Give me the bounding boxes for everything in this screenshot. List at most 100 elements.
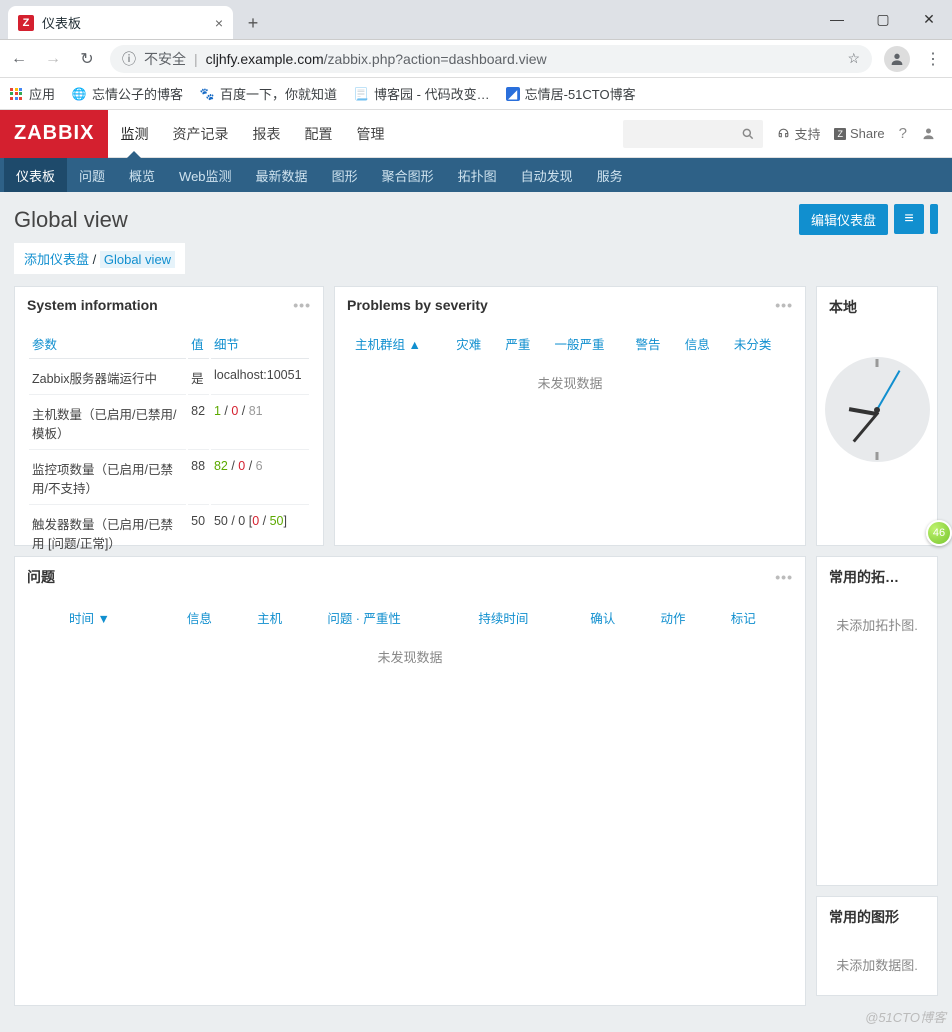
app-header: ZABBIX 监测资产记录报表配置管理 支持 Z Share ? bbox=[0, 110, 952, 158]
widget-title: System information bbox=[27, 297, 158, 313]
table-row: Zabbix服务器端运行中是localhost:10051 bbox=[29, 361, 309, 395]
col-header[interactable]: 主机群组 ▲ bbox=[349, 329, 448, 361]
sub-nav-item[interactable]: 最新数据 bbox=[244, 158, 320, 192]
help-icon[interactable]: ? bbox=[899, 125, 907, 142]
user-icon[interactable] bbox=[921, 126, 936, 141]
sub-nav-item[interactable]: 仪表板 bbox=[4, 158, 67, 192]
top-nav-item[interactable]: 报表 bbox=[240, 110, 292, 157]
sub-nav-item[interactable]: 自动发现 bbox=[509, 158, 585, 192]
browser-tab[interactable]: Z 仪表板 × bbox=[8, 6, 233, 39]
widget-menu-icon[interactable]: ••• bbox=[775, 569, 793, 585]
col-header[interactable]: 值 bbox=[188, 329, 209, 359]
bookmark-item[interactable]: ◢忘情居-51CTO博客 bbox=[506, 84, 636, 103]
bookmark-star-icon[interactable]: ☆ bbox=[847, 50, 860, 67]
widget-menu-icon[interactable]: ••• bbox=[293, 297, 311, 313]
cnblog-icon: 📃 bbox=[353, 86, 369, 102]
dashboard-content: Global view 编辑仪表盘 ≡ 添加仪表盘 / Global view … bbox=[0, 192, 952, 1032]
tab-title: 仪表板 bbox=[42, 13, 81, 32]
sub-nav-item[interactable]: 服务 bbox=[585, 158, 635, 192]
list-view-button[interactable]: ≡ bbox=[894, 204, 924, 234]
edit-dashboard-button[interactable]: 编辑仪表盘 bbox=[799, 204, 888, 235]
col-header[interactable]: 信息 bbox=[179, 603, 247, 635]
breadcrumb-current[interactable]: Global view bbox=[100, 251, 175, 268]
no-data-label: 未发现数据 bbox=[347, 363, 793, 402]
sub-nav: 仪表板问题概览Web监测最新数据图形聚合图形拓扑图自动发现服务 bbox=[0, 158, 952, 192]
severity-table: 主机群组 ▲灾难严重一般严重警告信息未分类 bbox=[347, 327, 793, 363]
sub-nav-item[interactable]: 问题 bbox=[67, 158, 117, 192]
widget-favorite-maps: 常用的拓… 未添加拓扑图. bbox=[816, 556, 938, 886]
no-data-label: 未发现数据 bbox=[27, 637, 793, 676]
widget-menu-icon[interactable]: ••• bbox=[775, 297, 793, 313]
notification-badge[interactable]: 46 bbox=[926, 520, 952, 546]
widget-severity: Problems by severity ••• 主机群组 ▲灾难严重一般严重警告… bbox=[334, 286, 806, 546]
window-controls: — ▢ ✕ bbox=[814, 0, 952, 39]
widget-title: Problems by severity bbox=[347, 297, 488, 313]
col-header[interactable]: 灾难 bbox=[450, 329, 497, 361]
widget-clock: 本地 bbox=[816, 286, 938, 546]
support-link[interactable]: 支持 bbox=[777, 124, 820, 143]
col-header[interactable]: 确认 bbox=[582, 603, 650, 635]
col-header[interactable]: 一般严重 bbox=[549, 329, 628, 361]
col-header[interactable]: 细节 bbox=[211, 329, 309, 359]
col-header[interactable]: 未分类 bbox=[728, 329, 791, 361]
col-header[interactable]: 严重 bbox=[499, 329, 546, 361]
zabbix-app: ZABBIX 监测资产记录报表配置管理 支持 Z Share ? 仪表板问题概览… bbox=[0, 110, 952, 1032]
col-header[interactable]: 持续时间 bbox=[470, 603, 580, 635]
cto-icon: ◢ bbox=[506, 87, 520, 101]
share-link[interactable]: Z Share bbox=[834, 126, 884, 141]
col-header[interactable]: 问题 · 严重性 bbox=[319, 603, 468, 635]
widget-title: 常用的拓… bbox=[829, 567, 899, 587]
paw-icon: 🐾 bbox=[199, 86, 215, 102]
sub-nav-item[interactable]: 图形 bbox=[320, 158, 370, 192]
top-nav-item[interactable]: 配置 bbox=[292, 110, 344, 157]
problems-table: 时间 ▼信息主机问题 · 严重性持续时间确认动作标记 bbox=[27, 601, 793, 637]
forward-icon[interactable]: → bbox=[42, 50, 64, 68]
back-icon[interactable]: ← bbox=[8, 50, 30, 68]
table-row: 监控项数量（已启用/已禁用/不支持）8882 / 0 / 6 bbox=[29, 452, 309, 505]
url-input[interactable]: ⓘ 不安全 | cljhfy.example.com/zabbix.php?ac… bbox=[110, 45, 872, 73]
search-icon bbox=[741, 127, 755, 141]
reload-icon[interactable]: ↻ bbox=[76, 49, 98, 69]
sub-nav-item[interactable]: Web监测 bbox=[167, 158, 244, 192]
widget-title: 问题 bbox=[27, 567, 55, 587]
col-header[interactable]: 标记 bbox=[723, 603, 791, 635]
kebab-menu-icon[interactable]: ⋮ bbox=[922, 49, 944, 69]
col-header[interactable]: 参数 bbox=[29, 329, 186, 359]
col-header[interactable]: 警告 bbox=[630, 329, 677, 361]
zabbix-logo[interactable]: ZABBIX bbox=[0, 110, 108, 158]
widget-title: 常用的图形 bbox=[829, 907, 899, 927]
col-header[interactable]: 信息 bbox=[679, 329, 726, 361]
apps-shortcut[interactable]: 应用 bbox=[8, 84, 55, 103]
col-header[interactable]: 时间 ▼ bbox=[29, 603, 177, 635]
top-nav-item[interactable]: 管理 bbox=[344, 110, 396, 157]
close-tab-icon[interactable]: × bbox=[215, 15, 223, 31]
header-right: 支持 Z Share ? bbox=[623, 120, 952, 148]
empty-message: 未添加数据图. bbox=[817, 937, 937, 992]
bookmark-item[interactable]: 📃博客园 - 代码改变… bbox=[353, 84, 490, 103]
widget-favorite-graphs: 常用的图形 未添加数据图. bbox=[816, 896, 938, 996]
analog-clock-icon bbox=[825, 357, 930, 462]
sub-nav-item[interactable]: 概览 bbox=[117, 158, 167, 192]
search-input[interactable] bbox=[623, 120, 763, 148]
top-nav-item[interactable]: 监测 bbox=[108, 110, 160, 157]
profile-avatar-icon[interactable] bbox=[884, 46, 910, 72]
col-header[interactable]: 动作 bbox=[652, 603, 720, 635]
widget-problems: 问题 ••• 时间 ▼信息主机问题 · 严重性持续时间确认动作标记 未发现数据 bbox=[14, 556, 806, 1006]
empty-message: 未添加拓扑图. bbox=[817, 597, 937, 652]
close-window-icon[interactable]: ✕ bbox=[906, 0, 952, 39]
sub-nav-item[interactable]: 拓扑图 bbox=[446, 158, 509, 192]
widget-system-info: System information ••• 参数值细节Zabbix服务器端运行中… bbox=[14, 286, 324, 546]
address-bar: ← → ↻ ⓘ 不安全 | cljhfy.example.com/zabbix.… bbox=[0, 40, 952, 78]
security-label: 不安全 bbox=[144, 49, 186, 69]
sub-nav-item[interactable]: 聚合图形 bbox=[370, 158, 446, 192]
bookmark-item[interactable]: 🌐忘情公子的博客 bbox=[71, 84, 183, 103]
new-tab-button[interactable]: + bbox=[239, 9, 267, 37]
zabbix-favicon: Z bbox=[18, 15, 34, 31]
top-nav-item[interactable]: 资产记录 bbox=[160, 110, 240, 157]
more-button[interactable] bbox=[930, 204, 938, 234]
col-header[interactable]: 主机 bbox=[249, 603, 317, 635]
breadcrumb-add[interactable]: 添加仪表盘 bbox=[24, 252, 89, 267]
minimize-icon[interactable]: — bbox=[814, 0, 860, 39]
bookmark-item[interactable]: 🐾百度一下，你就知道 bbox=[199, 84, 337, 103]
maximize-icon[interactable]: ▢ bbox=[860, 0, 906, 39]
